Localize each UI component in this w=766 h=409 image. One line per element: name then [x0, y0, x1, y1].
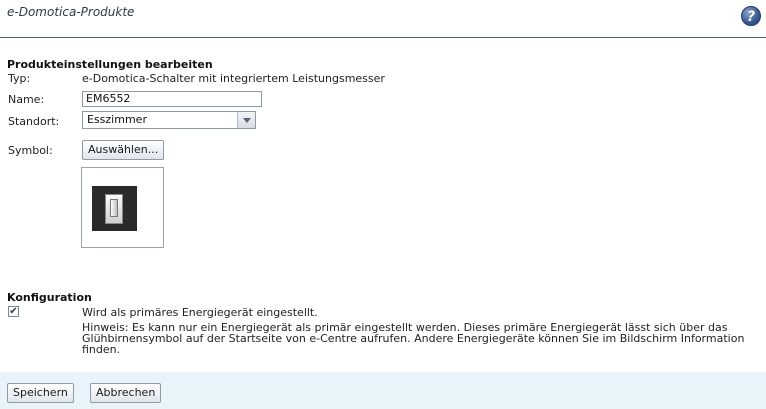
light-switch-icon: [92, 186, 137, 231]
location-select[interactable]: Esszimmer: [82, 111, 256, 129]
chevron-down-icon[interactable]: [237, 112, 255, 128]
location-selected-value: Esszimmer: [87, 113, 147, 126]
primary-energy-label: Wird als primäres Energiegerät eingestel…: [82, 306, 318, 319]
product-settings-title: Produkteinstellungen bearbeiten: [7, 58, 213, 71]
cancel-button[interactable]: Abbrechen: [90, 383, 162, 403]
type-label: Typ:: [8, 72, 31, 85]
configuration-title: Konfiguration: [7, 291, 92, 304]
header-divider: [0, 37, 766, 38]
primary-energy-checkbox[interactable]: ✔: [8, 306, 19, 317]
hint-text: Hinweis: Es kann nur ein Energiegerät al…: [82, 321, 745, 356]
switch-plate: [105, 194, 123, 224]
type-value: e-Domotica-Schalter mit integriertem Lei…: [82, 72, 385, 85]
name-label: Name:: [8, 93, 45, 106]
symbol-label: Symbol:: [8, 144, 53, 157]
location-label: Standort:: [8, 115, 60, 128]
page-header: e-Domotica-Produkte ?: [0, 0, 766, 38]
page-title: e-Domotica-Produkte: [7, 5, 135, 19]
help-icon[interactable]: ?: [741, 6, 761, 26]
switch-rocker: [110, 199, 118, 217]
footer-bar: Speichern Abbrechen: [0, 372, 766, 409]
symbol-preview: [81, 167, 164, 248]
name-field[interactable]: EM6552: [82, 91, 262, 107]
select-symbol-button[interactable]: Auswählen...: [82, 140, 165, 160]
save-button[interactable]: Speichern: [7, 383, 74, 403]
